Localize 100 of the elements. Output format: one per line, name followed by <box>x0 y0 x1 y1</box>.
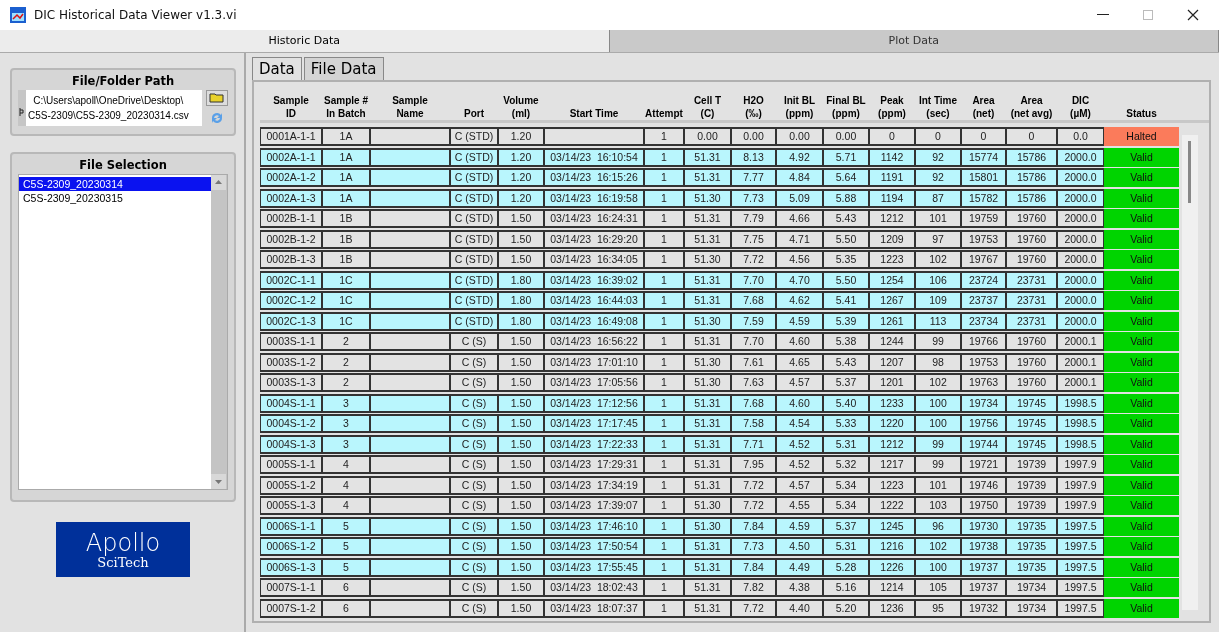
main-tab[interactable]: Plot Data <box>609 30 1219 52</box>
status-cell: Valid <box>1104 188 1179 208</box>
table-scrollbar[interactable] <box>1182 135 1198 610</box>
main-tab[interactable]: Historic Data <box>0 30 610 52</box>
maximize-icon[interactable] <box>1143 10 1153 20</box>
table-cell: 1 <box>644 188 684 208</box>
table-cell: C (S) <box>450 414 498 433</box>
app-icon <box>10 7 26 23</box>
table-cell: 4.55 <box>776 496 823 515</box>
table-cell: 4.59 <box>776 516 823 536</box>
table-cell: 03/14/23 17:17:45 <box>544 414 644 433</box>
table-cell: 4.62 <box>776 291 823 310</box>
table-cell: 1 <box>644 455 684 474</box>
table-cell: C (STD) <box>450 229 498 249</box>
folder-icon[interactable] <box>206 90 228 106</box>
table-cell: 51.31 <box>684 557 731 577</box>
table-cell: 19759 <box>961 209 1006 228</box>
table-cell: 1.50 <box>498 352 544 372</box>
table-cell: 3 <box>322 393 370 413</box>
scroll-down-icon[interactable] <box>211 474 226 489</box>
table-cell: 1217 <box>869 455 915 474</box>
refresh-icon[interactable] <box>209 110 225 126</box>
table-cell: 51.31 <box>684 229 731 249</box>
table-cell: 7.68 <box>731 291 776 310</box>
table-cell: 1212 <box>869 209 915 228</box>
status-cell: Valid <box>1104 311 1179 331</box>
list-scrollbar[interactable] <box>211 175 227 489</box>
table-cell: 1 <box>644 557 684 577</box>
table-cell: 4.57 <box>776 475 823 495</box>
table-cell: 102 <box>915 373 961 392</box>
table-cell: 0002B-1-2 <box>260 229 322 249</box>
table-cell: 5.41 <box>823 291 869 310</box>
table-cell: 03/14/23 16:10:54 <box>544 147 644 167</box>
table-cell: 102 <box>915 250 961 269</box>
table-cell: 1 <box>644 332 684 351</box>
table-cell: 03/14/23 17:05:56 <box>544 373 644 392</box>
table-cell: 0002B-1-3 <box>260 250 322 269</box>
table-cell: C (STD) <box>450 250 498 269</box>
panel-label: File/Folder Path <box>70 74 176 88</box>
table-cell: C (S) <box>450 373 498 392</box>
table-cell: 6 <box>322 578 370 597</box>
table-cell: C (STD) <box>450 168 498 187</box>
table-cell: 1A <box>322 147 370 167</box>
column-header: Area (net) <box>971 94 996 120</box>
file-item[interactable]: C5S-2309_20230315 <box>19 191 211 205</box>
table-cell: 1997.9 <box>1057 496 1104 515</box>
table-cell: 51.31 <box>684 455 731 474</box>
table-cell: 7.72 <box>731 475 776 495</box>
table-cell: 2 <box>322 373 370 392</box>
table-cell: 1 <box>644 414 684 433</box>
scroll-up-icon[interactable] <box>211 175 226 190</box>
table-cell: 0002A-1-1 <box>260 147 322 167</box>
table-cell: 4.52 <box>776 434 823 454</box>
table-cell: 03/14/23 16:56:22 <box>544 332 644 351</box>
table-cell: C (S) <box>450 537 498 556</box>
path-field[interactable]: C:\Users\apoll\OneDrive\Desktop\ C5S-2309\C5S-2309_20230314.csv <box>18 90 202 126</box>
table-cell: 5.37 <box>823 373 869 392</box>
table-cell: 51.30 <box>684 311 731 331</box>
table-cell: 5.28 <box>823 557 869 577</box>
table-cell: 7.84 <box>731 557 776 577</box>
table-cell: 51.31 <box>684 168 731 187</box>
table-cell: 7.61 <box>731 352 776 372</box>
table-cell: 1 <box>644 147 684 167</box>
table-cell: 51.31 <box>684 291 731 310</box>
scroll-thumb[interactable] <box>1188 141 1191 203</box>
table-cell: 19737 <box>961 578 1006 597</box>
table-cell: C (S) <box>450 496 498 515</box>
table-cell: 19737 <box>961 557 1006 577</box>
table-cell: 109 <box>915 291 961 310</box>
table-cell: 1254 <box>869 270 915 290</box>
table-cell: 19735 <box>1006 516 1057 536</box>
table-cell: 23724 <box>961 270 1006 290</box>
table-cell: 0004S-1-2 <box>260 414 322 433</box>
table-cell: 0007S-1-2 <box>260 598 322 618</box>
table-cell: 19746 <box>961 475 1006 495</box>
status-cell: Valid <box>1104 209 1179 228</box>
table-cell: 4.57 <box>776 373 823 392</box>
table-cell: 23734 <box>961 311 1006 331</box>
table-cell: 1 <box>644 127 684 146</box>
table-cell: 03/14/23 16:39:02 <box>544 270 644 290</box>
file-item[interactable]: C5S-2309_20230314 <box>19 177 211 191</box>
table-cell: 1.50 <box>498 537 544 556</box>
table-cell: 0004S-1-1 <box>260 393 322 413</box>
table-cell: 03/14/23 16:29:20 <box>544 229 644 249</box>
table-cell: 1.80 <box>498 291 544 310</box>
table-cell: 7.82 <box>731 578 776 597</box>
table-cell: 1 <box>644 229 684 249</box>
table-cell: 7.77 <box>731 168 776 187</box>
table-cell: 3 <box>322 434 370 454</box>
table-cell: 1 <box>644 496 684 515</box>
data-tab[interactable]: Data <box>252 57 302 80</box>
table-cell: 2000.0 <box>1057 209 1104 228</box>
table-cell: 100 <box>915 557 961 577</box>
table-cell: 19753 <box>961 229 1006 249</box>
table-cell: 5.34 <box>823 475 869 495</box>
table-cell: 19745 <box>1006 434 1057 454</box>
table-cell: 03/14/23 18:07:37 <box>544 598 644 618</box>
data-tab[interactable]: File Data <box>303 57 384 80</box>
close-icon[interactable] <box>1187 9 1199 21</box>
minimize-icon[interactable] <box>1097 14 1109 16</box>
